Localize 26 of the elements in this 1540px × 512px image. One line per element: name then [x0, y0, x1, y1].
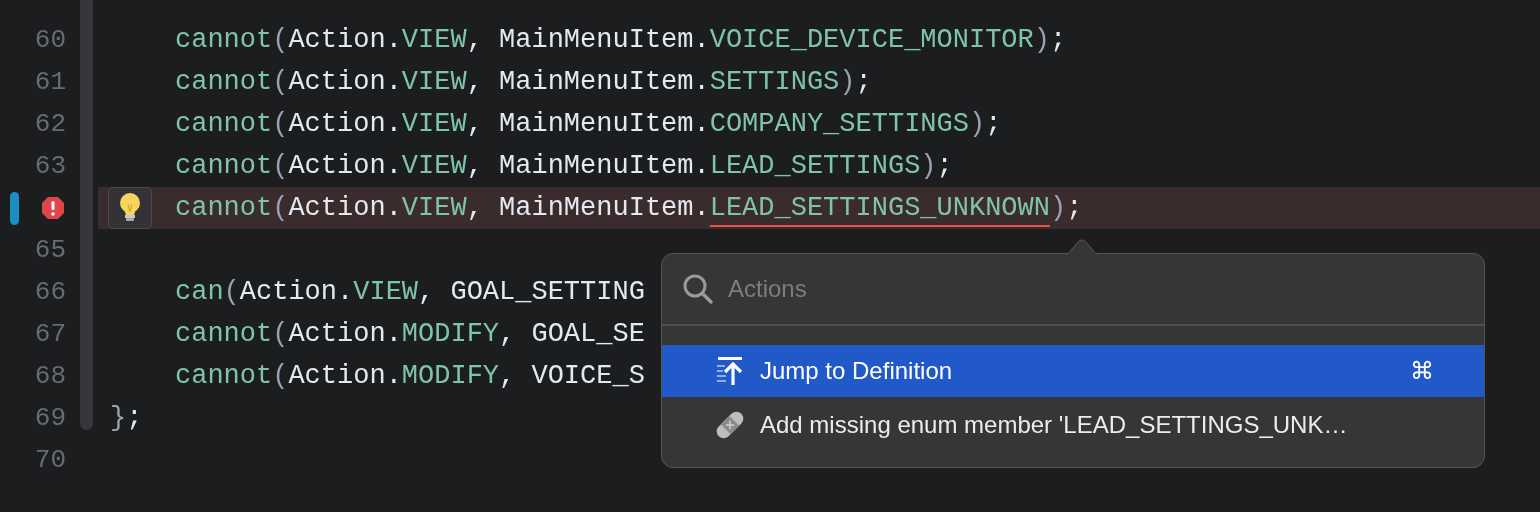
line-number: 69	[34, 401, 66, 435]
lightbulb-icon	[118, 192, 142, 224]
code-line: cannot(Action.VIEW, MainMenuItem.LEAD_SETTINGS_UNKNOWN);	[175, 191, 1083, 225]
line-number: 67	[34, 317, 66, 351]
search-icon	[682, 273, 714, 305]
action-item[interactable]: Jump to Definition ⌘	[662, 345, 1484, 397]
line-number: 60	[34, 23, 66, 57]
line-number: 66	[34, 275, 66, 309]
line-number: 61	[34, 65, 66, 99]
code-line: cannot(Action.VIEW, MainMenuItem.SETTINGS);	[175, 65, 872, 99]
line-number: 62	[34, 107, 66, 141]
code-line: cannot(Action.VIEW, MainMenuItem.VOICE_DEVICE_MONITOR);	[175, 23, 1067, 57]
code-line: cannot(Action.MODIFY, GOAL_SE	[175, 317, 645, 351]
code-line: cannot(Action.MODIFY, VOICE_S	[175, 359, 645, 393]
code-line: can(Action.VIEW, GOAL_SETTING	[175, 275, 645, 309]
lightbulb-button[interactable]	[108, 187, 152, 229]
line-number: 65	[34, 233, 66, 267]
code-line: };	[110, 401, 143, 435]
line-number: 70	[34, 443, 66, 477]
line-number: 68	[34, 359, 66, 393]
code-line: cannot(Action.VIEW, MainMenuItem.COMPANY_SETTINGS);	[175, 107, 1002, 141]
shortcut-key: ⌘	[1410, 353, 1434, 389]
line-number: 63	[34, 149, 66, 183]
code-line: cannot(Action.VIEW, MainMenuItem.LEAD_SETTINGS);	[175, 149, 953, 183]
search-field[interactable]: Actions	[728, 271, 1428, 307]
action-item[interactable]: Add missing enum member 'LEAD_SETTINGS_UNK…	[662, 399, 1484, 451]
